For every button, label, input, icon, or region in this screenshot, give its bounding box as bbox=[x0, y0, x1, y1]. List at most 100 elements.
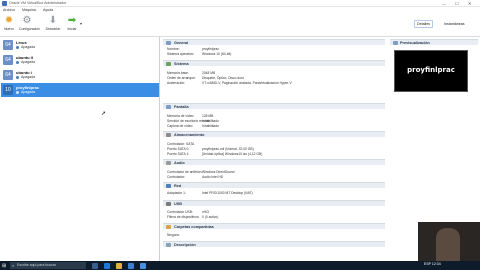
maximize-button[interactable]: ☐ bbox=[455, 1, 459, 6]
detail-value: Audio Intel HD bbox=[202, 175, 224, 179]
section-descripcion[interactable]: Descripción bbox=[163, 241, 385, 247]
powered-off-icon bbox=[16, 90, 19, 94]
nuevo-label: Nuevo bbox=[4, 27, 14, 31]
iniciar-dropdown-chevron-icon[interactable]: ▾ bbox=[80, 21, 82, 26]
mouse-cursor-icon: ➚ bbox=[101, 111, 107, 117]
powered-off-icon bbox=[16, 60, 19, 64]
vm-state: Apagada bbox=[21, 90, 36, 94]
windows-start-icon[interactable]: ⊞ bbox=[2, 263, 6, 269]
detail-value: proyfinlprac bbox=[202, 47, 220, 51]
preview-title: Previsualización bbox=[400, 40, 430, 45]
vm-state: Apagada bbox=[21, 75, 36, 79]
section-general[interactable]: General bbox=[163, 39, 385, 45]
preview-header[interactable]: Previsualización bbox=[390, 39, 478, 45]
section-audio[interactable]: Audio bbox=[163, 159, 385, 165]
vm-os-icon: 64 bbox=[3, 55, 13, 65]
general-icon bbox=[166, 40, 171, 45]
section-title: Audio bbox=[174, 160, 185, 165]
detail-value: Inhabilitado bbox=[202, 119, 219, 123]
file-explorer-icon[interactable] bbox=[116, 262, 122, 269]
section-title: Pantalla bbox=[174, 104, 189, 109]
section-red[interactable]: Red bbox=[163, 182, 385, 188]
title-bar bbox=[0, 0, 480, 7]
detail-value: Windows 10 (64-bit) bbox=[202, 52, 232, 56]
section-title: Descripción bbox=[174, 242, 196, 247]
detalles-toggle[interactable]: Detalles bbox=[414, 20, 433, 28]
section-title: Sistema bbox=[174, 61, 189, 66]
start-arrow-icon: ➡ bbox=[67, 15, 77, 26]
section-sistema[interactable]: Sistema bbox=[163, 60, 385, 66]
settings-gear-icon: ⚙ bbox=[22, 15, 32, 26]
display-monitor-icon bbox=[166, 104, 171, 109]
detail-label: Orden de arranque: bbox=[167, 76, 196, 80]
shared-folder-icon bbox=[166, 224, 171, 229]
detail-label: Memoria de vídeo: bbox=[167, 114, 195, 118]
vm-os-icon: 64 bbox=[3, 70, 13, 80]
discard-arrow-icon: ⬇ bbox=[48, 15, 58, 26]
detail-label: Filtros de dispositivos: bbox=[167, 215, 200, 219]
task-view-icon[interactable] bbox=[92, 262, 98, 269]
detail-label: Controlador USB: bbox=[167, 210, 193, 214]
menu-maquina[interactable]: Máquina bbox=[22, 8, 36, 12]
vm-list-item[interactable]: 64 ubuntu i Apagada bbox=[1, 68, 159, 82]
search-icon: ⌕ bbox=[12, 263, 15, 268]
taskbar-search-input[interactable]: Escribe aquí para buscar bbox=[10, 262, 86, 269]
section-title: General bbox=[174, 40, 189, 45]
section-carpetas-compartidas[interactable]: Carpetas compartidas bbox=[163, 223, 385, 229]
virtualbox-app-icon bbox=[2, 1, 7, 6]
detail-label: Adaptador 1: bbox=[167, 191, 186, 195]
detail-label: Captura de vídeo: bbox=[167, 124, 194, 128]
system-chip-icon bbox=[166, 61, 171, 66]
vm-list-item[interactable]: 64 Linux Apagada bbox=[1, 38, 159, 52]
section-pantalla[interactable]: Pantalla bbox=[163, 103, 385, 109]
system-tray[interactable]: ESP 12:34 bbox=[424, 262, 441, 266]
menu-ayuda[interactable]: Ayuda bbox=[43, 8, 53, 12]
iniciar-button[interactable]: ➡ Iniciar bbox=[64, 15, 80, 34]
detail-label: Controlador: SATA bbox=[167, 142, 195, 146]
virtualbox-taskbar-icon[interactable] bbox=[140, 262, 146, 269]
new-vm-icon: ✹ bbox=[4, 15, 14, 26]
detail-value: 128 MB bbox=[202, 114, 214, 118]
section-title: Carpetas compartidas bbox=[174, 224, 214, 229]
storage-disk-icon bbox=[166, 132, 171, 137]
description-icon bbox=[166, 242, 171, 247]
powered-off-icon bbox=[16, 75, 19, 79]
section-almacenamiento[interactable]: Almacenamiento bbox=[163, 131, 385, 137]
configuracion-label: Configuración bbox=[19, 27, 40, 31]
detail-value: [Unidad óptica] Windows10.iso (4,12 GB) bbox=[202, 152, 263, 156]
window-title: Oracle VM VirtualBox Administrador bbox=[9, 1, 67, 5]
preview-vm-name: proyfinlprac bbox=[407, 66, 455, 74]
detail-label: Memoria base: bbox=[167, 71, 189, 75]
menu-archivo[interactable]: Archivo bbox=[3, 8, 15, 12]
iniciar-label: Iniciar bbox=[67, 27, 77, 31]
detail-label: Ninguno bbox=[167, 233, 180, 237]
vm-list-item[interactable]: 64 ubuntu II Apagada bbox=[1, 53, 159, 67]
descartar-button[interactable]: ⬇ Descartar bbox=[45, 15, 61, 34]
detail-value: Disquete, Óptico, Disco duro bbox=[202, 76, 244, 80]
vm-state: Apagada bbox=[21, 60, 36, 64]
taskbar: ⊞ Escribe aquí para buscar ⌕ ESP 12:34 bbox=[0, 261, 480, 270]
detail-label: Nombre: bbox=[167, 47, 180, 51]
section-usb[interactable]: USB bbox=[163, 200, 385, 206]
close-button[interactable]: ✕ bbox=[468, 1, 471, 6]
edge-browser-icon[interactable] bbox=[104, 262, 110, 269]
usb-icon bbox=[166, 201, 171, 206]
configuracion-button[interactable]: ⚙ Configuración bbox=[19, 15, 40, 34]
vm-state: Apagada bbox=[21, 45, 36, 49]
vm-os-icon: 10 bbox=[3, 85, 13, 95]
store-icon[interactable] bbox=[128, 262, 134, 269]
webcam-person-image bbox=[436, 228, 460, 262]
detail-value: proyfinlprac.vdi (Normal, 32,00 GB) bbox=[202, 147, 254, 151]
vm-os-icon: 64 bbox=[3, 40, 13, 50]
section-title: Almacenamiento bbox=[174, 132, 205, 137]
minimize-button[interactable]: — bbox=[442, 1, 446, 6]
instantaneas-toggle[interactable]: Instantáneas bbox=[441, 20, 468, 28]
nuevo-button[interactable]: ✹ Nuevo bbox=[1, 15, 17, 34]
powered-off-icon bbox=[16, 45, 19, 49]
detail-label: Controlador: bbox=[167, 175, 186, 179]
preview-screen: proyfinlprac bbox=[394, 50, 468, 92]
vm-list-item-selected[interactable]: 10 proyfinlprac Apagada bbox=[1, 83, 159, 97]
detail-value: xHCI bbox=[202, 210, 210, 214]
audio-speaker-icon bbox=[166, 160, 171, 165]
detail-value: Intel PRO/1000 MT Desktop (NAT) bbox=[202, 191, 253, 195]
